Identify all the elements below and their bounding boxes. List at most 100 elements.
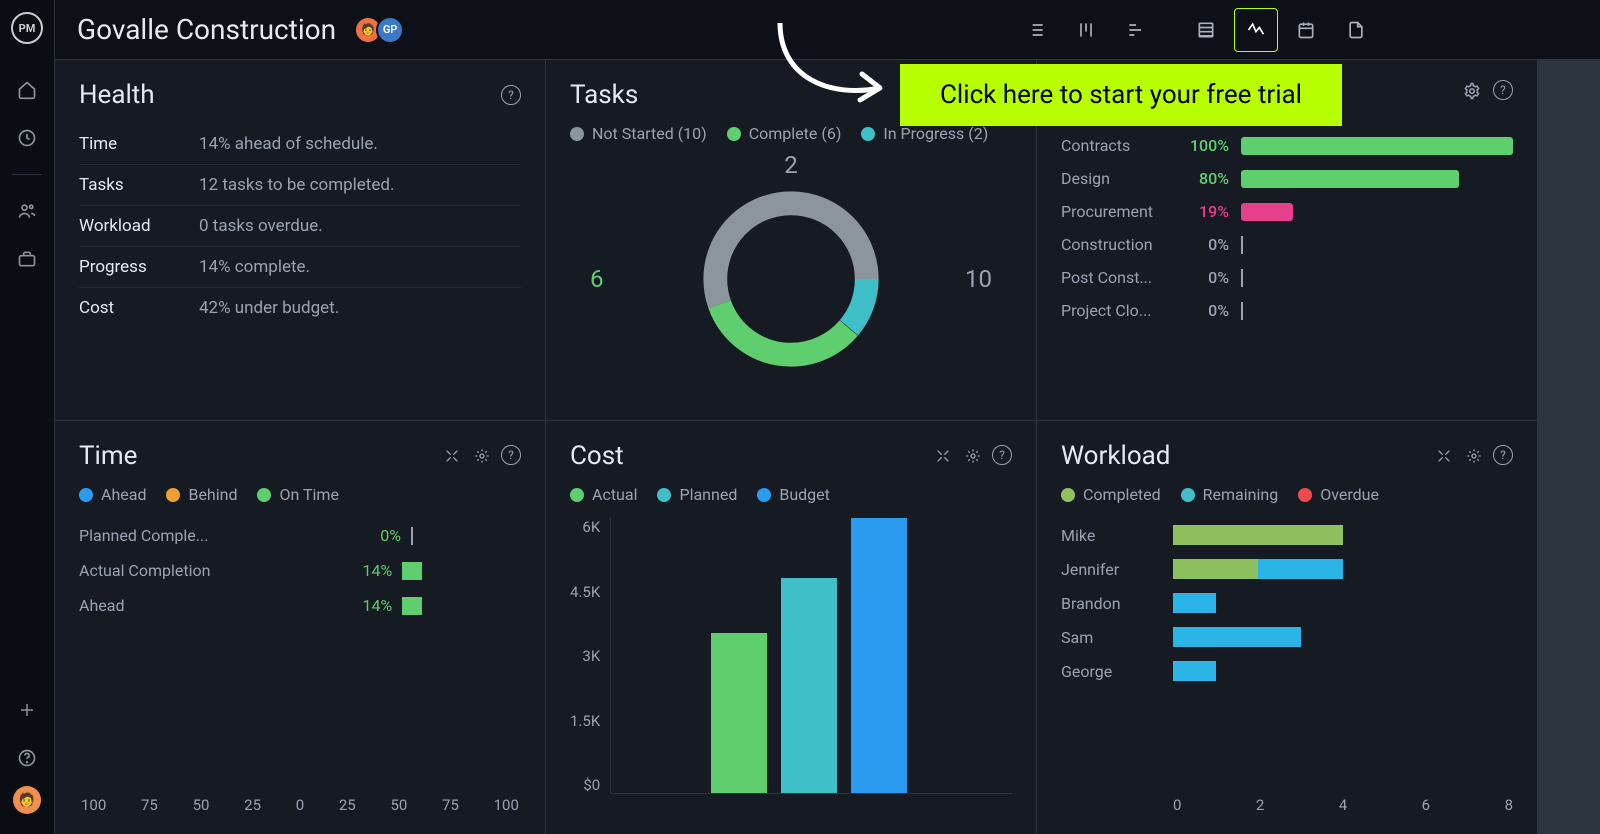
axis-tick: 0: [1173, 796, 1181, 814]
legend-item[interactable]: Ahead: [79, 485, 146, 504]
axis-tick: 50: [193, 796, 210, 814]
workload-row: Sam: [1061, 620, 1513, 654]
time-row: Ahead 14%: [79, 588, 521, 623]
legend-item[interactable]: Overdue: [1298, 485, 1379, 504]
expand-icon[interactable]: [1433, 445, 1455, 467]
progress-pct: 100%: [1183, 136, 1229, 155]
left-rail: PM 🧑: [0, 0, 55, 834]
gear-icon[interactable]: [1461, 80, 1483, 102]
health-value: 12 tasks to be completed.: [199, 175, 394, 195]
help-icon[interactable]: ?: [992, 445, 1012, 465]
legend-item[interactable]: Planned: [657, 485, 737, 504]
progress-pct: 0%: [1183, 268, 1229, 287]
axis-tick: 25: [244, 796, 261, 814]
axis-tick: 25: [339, 796, 356, 814]
topbar: Govalle Construction 🧑 GP: [55, 0, 1600, 60]
legend-label: Remaining: [1203, 485, 1279, 504]
health-label: Progress: [79, 257, 199, 277]
help-icon[interactable]: ?: [1493, 445, 1513, 465]
donut-label-top: 2: [784, 151, 798, 179]
legend-item[interactable]: On Time: [257, 485, 338, 504]
legend-label: On Time: [279, 485, 338, 504]
board-view-icon[interactable]: [1064, 8, 1108, 52]
time-row-pct: 0%: [357, 526, 401, 545]
progress-row: Construction 0%: [1061, 235, 1513, 254]
time-row-name: Actual Completion: [79, 561, 239, 580]
legend-item[interactable]: Completed: [1061, 485, 1161, 504]
people-icon[interactable]: [7, 191, 47, 231]
axis-tick: 1.5K: [570, 712, 600, 730]
help-icon[interactable]: ?: [501, 85, 521, 105]
legend-label: Overdue: [1320, 485, 1379, 504]
axis-tick: 75: [442, 796, 459, 814]
legend-item[interactable]: Actual: [570, 485, 637, 504]
gear-icon[interactable]: [962, 445, 984, 467]
health-value: 42% under budget.: [199, 298, 339, 318]
help-icon[interactable]: ?: [501, 445, 521, 465]
health-label: Time: [79, 134, 199, 154]
time-title: Time: [79, 441, 137, 471]
time-panel: Time ? Ahead Behind On Time Planned: [55, 421, 545, 834]
legend-item[interactable]: In Progress (2): [861, 124, 988, 143]
gear-icon[interactable]: [471, 445, 493, 467]
progress-row: Design 80%: [1061, 169, 1513, 188]
legend-label: Ahead: [101, 485, 146, 504]
workload-name: Brandon: [1061, 594, 1161, 613]
cost-bar-chart: [610, 518, 1012, 794]
health-row: Tasks 12 tasks to be completed.: [79, 165, 521, 206]
help-icon[interactable]: [7, 738, 47, 778]
app-logo[interactable]: PM: [11, 12, 43, 44]
cost-bar: [711, 633, 767, 793]
gear-icon[interactable]: [1463, 445, 1485, 467]
progress-row: Procurement 19%: [1061, 202, 1513, 221]
workload-title: Workload: [1061, 441, 1170, 471]
axis-tick: 6: [1422, 796, 1430, 814]
project-title: Govalle Construction: [77, 13, 336, 46]
workload-row: George: [1061, 654, 1513, 688]
axis-tick: 6K: [570, 518, 600, 536]
gantt-view-icon[interactable]: [1114, 8, 1158, 52]
legend-label: Budget: [779, 485, 830, 504]
home-icon[interactable]: [7, 70, 47, 110]
legend-item[interactable]: Not Started (10): [570, 124, 707, 143]
user-avatar[interactable]: 🧑: [13, 786, 41, 814]
health-value: 14% complete.: [199, 257, 310, 277]
clock-icon[interactable]: [7, 118, 47, 158]
file-view-icon[interactable]: [1334, 8, 1378, 52]
cost-bar: [781, 578, 837, 793]
workload-name: Jennifer: [1061, 560, 1161, 579]
sheet-view-icon[interactable]: [1184, 8, 1228, 52]
legend-item[interactable]: Budget: [757, 485, 830, 504]
axis-tick: 0: [296, 796, 304, 814]
expand-icon[interactable]: [441, 445, 463, 467]
cost-bar: [851, 518, 907, 793]
legend-item[interactable]: Remaining: [1181, 485, 1279, 504]
legend-item[interactable]: Behind: [166, 485, 237, 504]
health-row: Workload 0 tasks overdue.: [79, 206, 521, 247]
legend-label: In Progress (2): [883, 124, 988, 143]
progress-name: Contracts: [1061, 136, 1171, 155]
legend-label: Complete (6): [749, 124, 842, 143]
calendar-view-icon[interactable]: [1284, 8, 1328, 52]
legend-label: Planned: [679, 485, 737, 504]
workload-panel: Workload ? Completed Remaining Overdue: [1037, 421, 1537, 834]
axis-tick: 100: [81, 796, 106, 814]
legend-dot-icon: [570, 127, 584, 141]
progress-pct: 0%: [1183, 301, 1229, 320]
legend-label: Not Started (10): [592, 124, 707, 143]
list-view-icon[interactable]: [1014, 8, 1058, 52]
axis-tick: $0: [570, 776, 600, 794]
workload-row: Jennifer: [1061, 552, 1513, 586]
add-icon[interactable]: [7, 690, 47, 730]
workload-bar: [1173, 627, 1513, 647]
progress-pct: 80%: [1183, 169, 1229, 188]
workload-name: Sam: [1061, 628, 1161, 647]
expand-icon[interactable]: [932, 445, 954, 467]
tasks-title: Tasks: [570, 80, 638, 110]
dashboard-view-icon[interactable]: [1234, 8, 1278, 52]
help-icon[interactable]: ?: [1493, 80, 1513, 100]
start-trial-button[interactable]: Click here to start your free trial: [900, 64, 1342, 126]
team-avatars[interactable]: 🧑 GP: [360, 16, 404, 44]
briefcase-icon[interactable]: [7, 239, 47, 279]
legend-item[interactable]: Complete (6): [727, 124, 842, 143]
